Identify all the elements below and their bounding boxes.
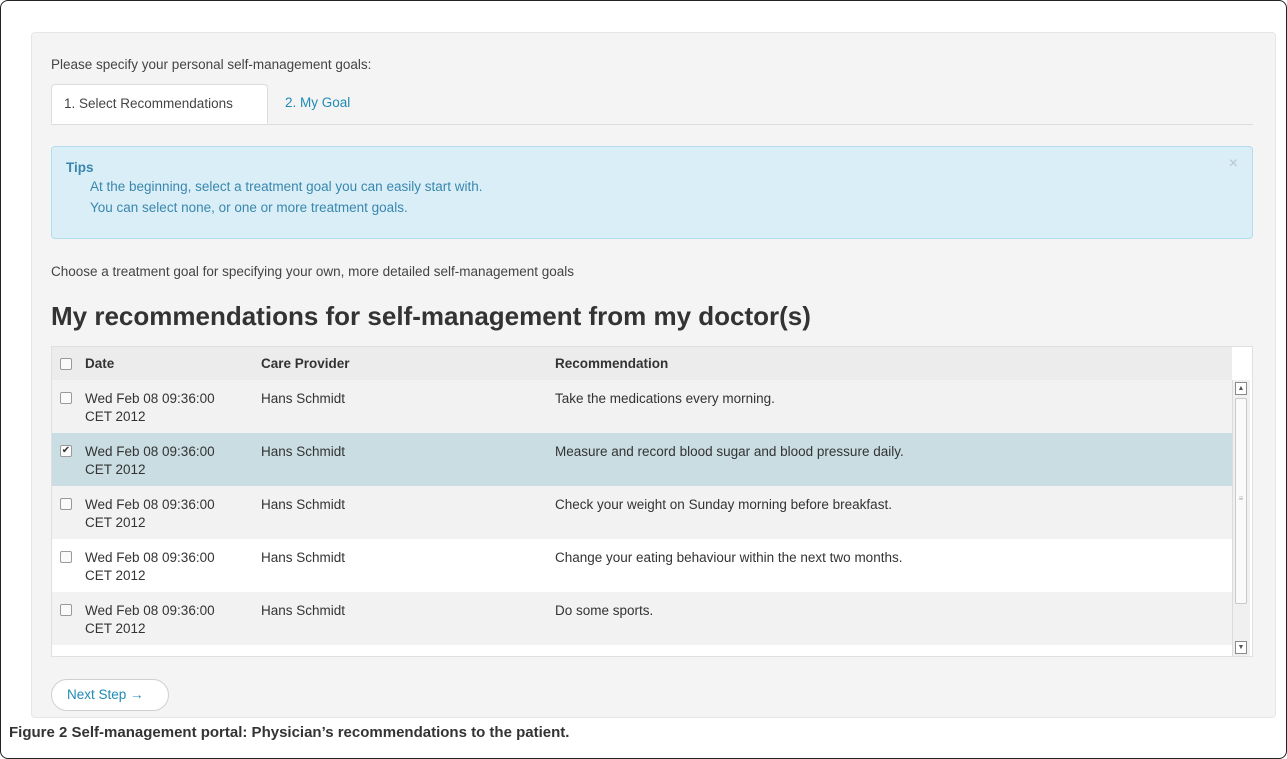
table-header: Date Care Provider Recommendation [52,347,1232,381]
next-step-button[interactable]: Next Step → [51,679,169,711]
caption-text: Self-management portal: Physician’s reco… [71,724,570,741]
date-line: Wed Feb 08 09:36:00 [85,444,215,459]
tips-alert: Tips At the beginning, select a treatmen… [51,146,1253,239]
column-header-date: Date [85,356,115,371]
table-row[interactable]: Wed Feb 08 09:36:00 CET 2012 Hans Schmidt T… [52,380,1232,433]
select-all-checkbox[interactable] [60,358,72,370]
intro-text: Please specify your personal self-manage… [51,57,372,72]
date-line: Wed Feb 08 09:36:00 [85,550,215,565]
tips-line: You can select none, or one or more trea… [90,200,408,215]
date-cell: Wed Feb 08 09:36:00 CET 2012 [85,549,215,585]
column-header-recommendation: Recommendation [555,356,669,371]
recommendation-cell: Take the medications every morning. [555,391,775,406]
date-line: CET 2012 [85,621,146,636]
care-provider-cell: Hans Schmidt [261,391,346,406]
row-checkbox[interactable] [60,551,72,563]
close-icon[interactable]: × [1229,155,1238,173]
recommendation-cell: Measure and record blood sugar and blood… [555,444,904,459]
column-header-care-provider: Care Provider [261,356,350,371]
date-line: CET 2012 [85,515,146,530]
care-provider-cell: Hans Schmidt [261,497,346,512]
tab-select-recommendations[interactable]: 1. Select Recommendations [51,84,268,124]
table-row[interactable]: Wed Feb 08 09:36:00 CET 2012 Hans Schmidt D… [52,592,1232,645]
scroll-down-arrow-icon[interactable]: ▼ [1235,641,1247,654]
date-line: CET 2012 [85,409,146,424]
table-row[interactable]: ✔ Wed Feb 08 09:36:00 CET 2012 Hans Schmidt… [52,433,1232,486]
table-row[interactable]: Wed Feb 08 09:36:00 CET 2012 Hans Schmidt C… [52,486,1232,539]
recommendations-table: Date Care Provider Recommendation Wed Fe… [51,346,1253,657]
tab-my-goal[interactable]: 2. My Goal [273,84,362,124]
row-checkbox[interactable] [60,604,72,616]
tips-line: At the beginning, select a treatment goa… [90,179,483,194]
grip-icon: ≡ [1238,494,1244,503]
table-row[interactable]: Wed Feb 08 09:36:00 CET 2012 Hans Schmidt C… [52,539,1232,592]
tips-title: Tips [66,160,94,175]
scroll-up-arrow-icon[interactable]: ▲ [1235,382,1247,395]
figure-caption: Figure 2 Self-management portal: Physici… [9,724,569,741]
care-provider-cell: Hans Schmidt [261,603,346,618]
recommendation-cell: Do some sports. [555,603,654,618]
date-cell: Wed Feb 08 09:36:00 CET 2012 [85,602,215,638]
scrollbar-thumb[interactable]: ≡ [1235,398,1247,604]
page-title: My recommendations for self-management f… [51,301,811,331]
date-cell: Wed Feb 08 09:36:00 CET 2012 [85,496,215,532]
row-checkbox[interactable]: ✔ [60,445,72,457]
care-provider-cell: Hans Schmidt [261,550,346,565]
date-line: Wed Feb 08 09:36:00 [85,391,215,406]
recommendation-cell: Check your weight on Sunday morning befo… [555,497,892,512]
date-cell: Wed Feb 08 09:36:00 CET 2012 [85,443,215,479]
date-line: Wed Feb 08 09:36:00 [85,497,215,512]
date-line: CET 2012 [85,568,146,583]
date-line: CET 2012 [85,462,146,477]
row-checkbox[interactable] [60,498,72,510]
recommendation-cell: Change your eating behaviour within the … [555,550,903,565]
row-checkbox[interactable] [60,392,72,404]
date-cell: Wed Feb 08 09:36:00 CET 2012 [85,390,215,426]
date-line: Wed Feb 08 09:36:00 [85,603,215,618]
figure-label: Figure 2 [9,724,68,741]
tab-bar: 1. Select Recommendations 2. My Goal [51,84,1253,125]
table-scrollbar[interactable]: ▲ ≡ ▼ [1232,380,1250,656]
choose-instruction: Choose a treatment goal for specifying y… [51,264,575,279]
care-provider-cell: Hans Schmidt [261,444,346,459]
